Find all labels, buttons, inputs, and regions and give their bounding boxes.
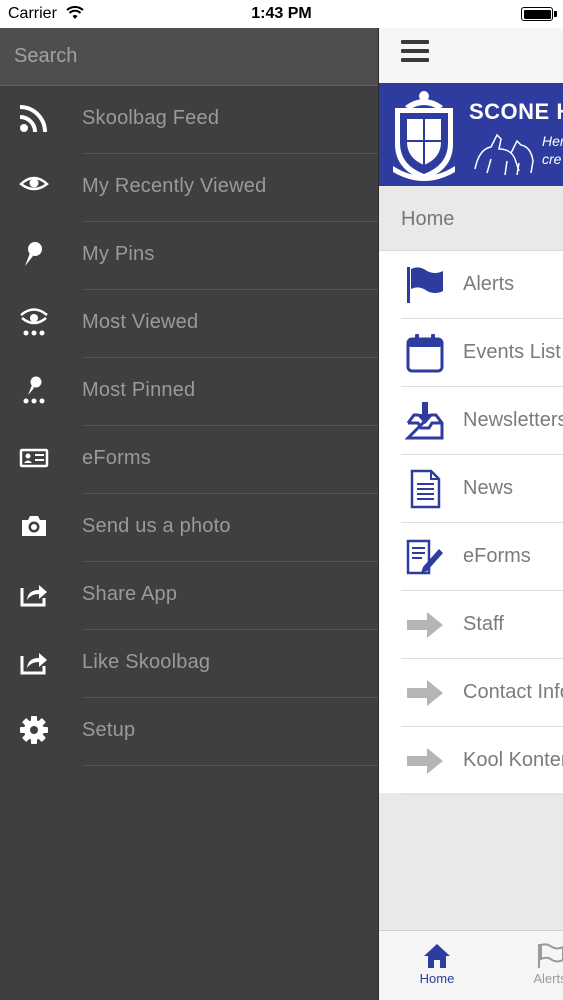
home-item-events-list[interactable]: Events List [379,319,563,387]
menu-item-most-pinned[interactable]: Most Pinned [0,358,378,426]
share-icon [20,585,47,607]
menu-item-my-pins[interactable]: My Pins [0,222,378,290]
tab-alerts[interactable]: Alerts [520,943,563,986]
tagline-line-1: Her [542,133,563,149]
flag-icon [538,943,563,968]
hamburger-menu-icon[interactable] [401,40,429,66]
home-item-label: eForms [463,545,531,567]
eye-dots-icon [20,308,48,336]
home-item-label: Alerts [463,273,515,295]
calendar-icon [406,334,444,373]
arrow-right-icon [407,612,443,638]
tab-bar: Home Alerts [379,930,563,1000]
menu-item-share-app[interactable]: Share App [0,562,378,630]
home-item-staff[interactable]: Staff [379,591,563,659]
home-item-alerts[interactable]: Alerts [379,251,563,319]
tab-alerts-label: Alerts [533,971,563,986]
home-item-label: Newsletters [463,409,563,431]
eye-icon [19,176,49,191]
menu-item-label: My Recently Viewed [82,175,267,197]
home-item-news[interactable]: News [379,455,563,523]
home-item-kool-kontent[interactable]: Kool Kontent [379,727,563,795]
flag-icon [407,267,443,303]
share-icon [20,653,47,675]
home-icon [424,944,450,968]
menu-item-label: eForms [82,447,151,469]
home-item-label: Staff [463,613,504,635]
menu-item-label: Like Skoolbag [82,651,211,673]
school-banner: SCONE H Her cre [379,83,563,186]
tagline-line-2: cre [542,151,562,167]
horses-illustration [474,133,534,176]
menu-item-eforms[interactable]: eForms [0,426,378,494]
menu-item-most-viewed[interactable]: Most Viewed [0,290,378,358]
menu-item-label: Share App [82,583,178,605]
menu-item-label: Send us a photo [82,515,231,537]
battery-icon [521,7,557,21]
divider [401,794,563,795]
menu-item-label: Setup [82,719,136,741]
divider [82,765,378,766]
home-item-eforms[interactable]: eForms [379,523,563,591]
search-input[interactable] [0,28,378,85]
arrow-right-icon [407,680,443,706]
menu-item-label: Most Viewed [82,311,199,333]
form-pencil-icon [406,539,443,575]
id-card-icon [19,448,49,468]
menu-item-label: My Pins [82,243,155,265]
menu-item-setup[interactable]: Setup [0,698,378,766]
home-item-label: Contact Info [463,681,563,703]
menu-item-skoolbag-feed[interactable]: Skoolbag Feed [0,86,378,154]
side-menu: Skoolbag Feed My Recently Viewed My Pins… [0,28,378,1000]
pin-icon [25,242,42,266]
search-bar [0,28,378,86]
home-item-label: News [463,477,514,499]
main-panel: SCONE H Her cre Home Alerts Events List … [378,28,563,1000]
home-item-newsletters[interactable]: Newsletters [379,387,563,455]
rss-icon [19,105,47,133]
menu-item-label: Most Pinned [82,379,196,401]
menu-item-send-photo[interactable]: Send us a photo [0,494,378,562]
menu-item-recently-viewed[interactable]: My Recently Viewed [0,154,378,222]
home-item-contact-info[interactable]: Contact Info [379,659,563,727]
tab-home[interactable]: Home [407,943,467,986]
breadcrumb: Home [379,186,563,250]
menu-item-label: Skoolbag Feed [82,107,220,129]
arrow-right-icon [407,748,443,774]
document-icon [410,469,441,509]
gear-icon [20,716,48,744]
tab-home-label: Home [419,971,455,986]
school-crest-logo [393,91,455,181]
status-bar: Carrier 1:43 PM [0,0,563,28]
home-item-label: Events List [463,341,561,363]
nav-bar [379,28,563,83]
pin-dots-icon [23,376,45,404]
home-item-label: Kool Kontent [463,749,563,771]
breadcrumb-label: Home [401,208,455,230]
menu-item-like-skoolbag[interactable]: Like Skoolbag [0,630,378,698]
clock: 1:43 PM [251,5,312,22]
home-list: Alerts Events List Newsletters News eFor… [379,250,563,795]
inbox-download-icon [405,402,444,440]
camera-icon [22,516,46,536]
